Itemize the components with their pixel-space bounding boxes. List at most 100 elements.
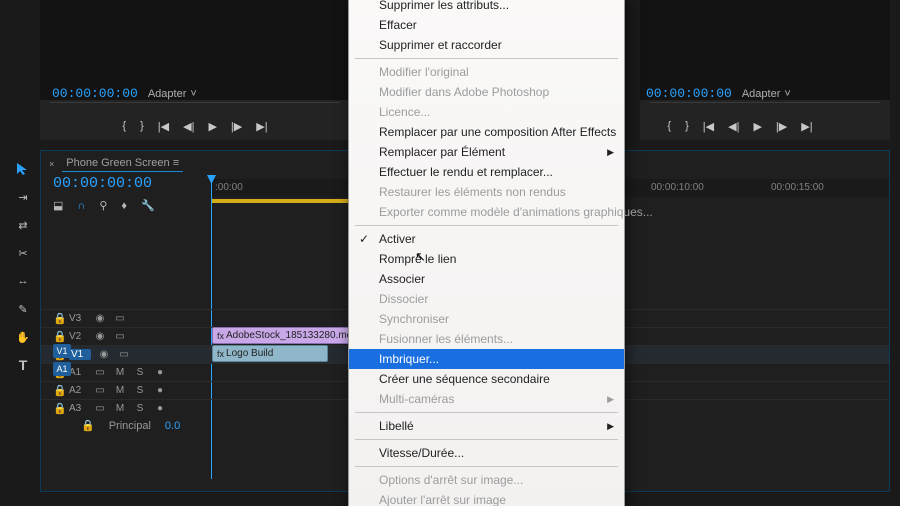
ripple-edit-icon[interactable]: ⇄ [14, 216, 32, 234]
track-select-forward-icon[interactable]: ⇥ [14, 188, 32, 206]
solo-button[interactable]: S [133, 403, 147, 414]
menu-separator [355, 466, 618, 467]
hand-tool-icon[interactable]: ✋ [14, 328, 32, 346]
go-out-icon[interactable]: ▶| [256, 120, 267, 133]
menu-item[interactable]: Imbriquer... [349, 349, 624, 369]
menu-item: Multi-caméras [349, 389, 624, 409]
record-icon[interactable]: ● [153, 385, 167, 396]
toggle-output-icon[interactable]: ▭ [113, 331, 127, 342]
lock-icon[interactable]: 🔒 [53, 402, 63, 415]
menu-item[interactable]: Vitesse/Durée... [349, 443, 624, 463]
speaker-icon[interactable]: ▭ [93, 385, 107, 396]
menu-item: Modifier l'original [349, 62, 624, 82]
source-fit-dropdown[interactable]: Adapter ˅ [148, 88, 197, 100]
menu-item[interactable]: Remplacer par Élément [349, 142, 624, 162]
mute-button[interactable]: M [113, 385, 127, 396]
mute-button[interactable]: M [113, 403, 127, 414]
menu-separator [355, 225, 618, 226]
toggle-output-icon[interactable]: ▭ [117, 349, 131, 360]
razor-tool-icon[interactable]: ✂ [14, 244, 32, 262]
play-icon[interactable]: ▶ [753, 120, 761, 133]
mark-out-icon[interactable]: } [685, 120, 689, 133]
track-label: V3 [69, 313, 87, 324]
lock-icon[interactable]: 🔒 [53, 312, 63, 325]
step-fwd-icon[interactable]: |▶ [231, 120, 242, 133]
menu-item[interactable]: Supprimer les attributs... [349, 0, 624, 15]
sequence-tab[interactable]: Phone Green Screen ≡ [62, 155, 183, 172]
menu-item[interactable]: Effacer [349, 15, 624, 35]
close-icon[interactable]: × [49, 159, 54, 169]
play-icon[interactable]: ▶ [208, 120, 216, 133]
menu-item: Dissocier [349, 289, 624, 309]
menu-item: Ajouter l'arrêt sur image [349, 490, 624, 506]
program-fit-dropdown[interactable]: Adapter ˅ [742, 88, 791, 100]
program-timecode[interactable]: 00:00:00:00 [646, 86, 732, 101]
step-back-icon[interactable]: ◀| [183, 120, 194, 133]
solo-button[interactable]: S [133, 385, 147, 396]
mark-in-icon[interactable]: { [667, 120, 671, 133]
type-tool-icon[interactable]: T [14, 356, 32, 374]
context-menu: Supprimer les attributs...EffacerSupprim… [348, 0, 625, 506]
record-icon[interactable]: ● [153, 403, 167, 414]
program-monitor-panel: 00:00:00:00 Adapter ˅ { } |◀ ◀| ▶ |▶ ▶| [640, 0, 890, 140]
linked-selection-icon[interactable]: ⚲ [99, 199, 107, 212]
work-area-bar[interactable] [211, 199, 351, 203]
source-ruler[interactable] [50, 102, 340, 115]
step-back-icon[interactable]: ◀| [728, 120, 739, 133]
timeline-tool-strip: ⇥ ⇄ ✂ ↔ ✎ ✋ T [10, 160, 36, 374]
program-preview [640, 0, 890, 100]
go-in-icon[interactable]: |◀ [158, 120, 169, 133]
source-patch-a1[interactable]: A1 [53, 362, 71, 376]
solo-button[interactable]: S [133, 367, 147, 378]
menu-item[interactable]: Supprimer et raccorder [349, 35, 624, 55]
mute-button[interactable]: M [113, 367, 127, 378]
eye-icon[interactable]: ◉ [93, 331, 107, 342]
eye-icon[interactable]: ◉ [93, 313, 107, 324]
menu-item[interactable]: Effectuer le rendu et remplacer... [349, 162, 624, 182]
speaker-icon[interactable]: ▭ [93, 367, 107, 378]
toggle-output-icon[interactable]: ▭ [113, 313, 127, 324]
speaker-icon[interactable]: ▭ [93, 403, 107, 414]
master-track[interactable]: 🔒 Principal 0.0 [81, 419, 180, 432]
chevron-down-icon: ˅ [784, 88, 790, 100]
step-fwd-icon[interactable]: |▶ [776, 120, 787, 133]
clip-v2[interactable]: fxAdobeStock_185133280.mov [212, 327, 358, 344]
tab-menu-icon[interactable]: ≡ [173, 157, 179, 169]
ruler-label: 00:00:15:00 [771, 182, 824, 193]
insert-mode-icon[interactable]: ⬓ [53, 199, 63, 212]
fx-icon: fx [217, 331, 224, 341]
snap-icon[interactable]: ∩ [77, 200, 85, 212]
source-timecode[interactable]: 00:00:00:00 [52, 86, 138, 101]
lock-icon[interactable]: 🔒 [53, 330, 63, 343]
sequence-name: Phone Green Screen [66, 157, 169, 169]
pen-tool-icon[interactable]: ✎ [14, 300, 32, 318]
mark-in-icon[interactable]: { [122, 120, 126, 133]
menu-item[interactable]: Libellé [349, 416, 624, 436]
timeline-timecode[interactable]: 00:00:00:00 [53, 175, 152, 192]
record-icon[interactable]: ● [153, 367, 167, 378]
go-out-icon[interactable]: ▶| [801, 120, 812, 133]
menu-item[interactable]: Remplacer par une composition After Effe… [349, 122, 624, 142]
menu-item[interactable]: Associer [349, 269, 624, 289]
program-fit-label: Adapter [742, 88, 781, 100]
source-patch-v1[interactable]: V1 [53, 344, 71, 358]
slip-tool-icon[interactable]: ↔ [14, 272, 32, 290]
mark-out-icon[interactable]: } [140, 120, 144, 133]
lock-icon[interactable]: 🔒 [81, 419, 95, 432]
selection-tool-icon[interactable] [14, 160, 32, 178]
track-label: V1 [69, 349, 91, 360]
eye-icon[interactable]: ◉ [97, 349, 111, 360]
program-transport: { } |◀ ◀| ▶ |▶ ▶| [667, 120, 812, 133]
menu-item[interactable]: Activer [349, 229, 624, 249]
source-preview [40, 0, 350, 100]
go-in-icon[interactable]: |◀ [703, 120, 714, 133]
program-ruler[interactable] [650, 102, 880, 115]
menu-item[interactable]: Créer une séquence secondaire [349, 369, 624, 389]
settings-icon[interactable]: 🔧 [141, 199, 155, 212]
clip-v1[interactable]: fxLogo Build [212, 345, 328, 362]
lock-icon[interactable]: 🔒 [53, 384, 63, 397]
markers-icon[interactable]: ♦ [121, 200, 127, 212]
master-value[interactable]: 0.0 [165, 420, 180, 432]
track-label: A3 [69, 403, 87, 414]
menu-item[interactable]: Rompre le lien [349, 249, 624, 269]
